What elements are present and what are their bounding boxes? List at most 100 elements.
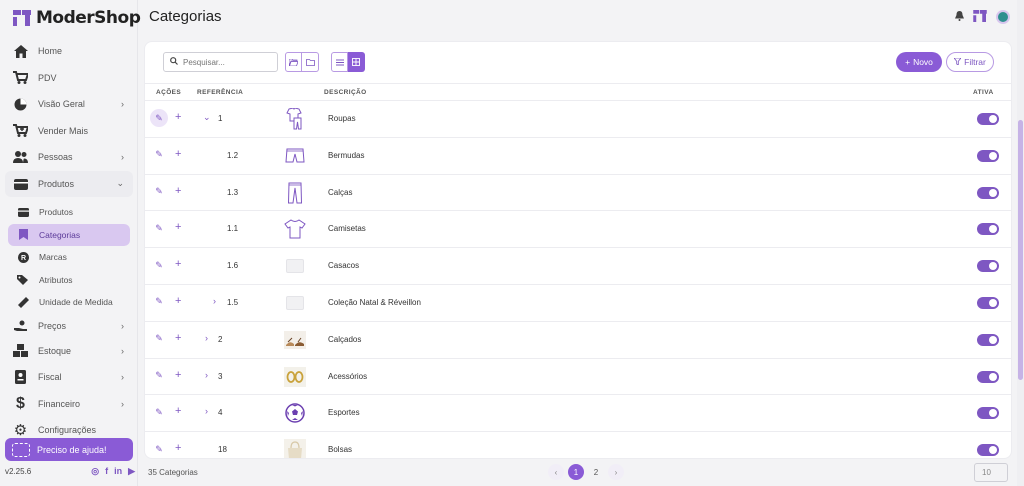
add-subcategory-button[interactable]: + <box>175 258 181 270</box>
shorts-icon <box>284 144 306 168</box>
sidebar-subitem-atributos[interactable]: Atributos <box>0 269 138 292</box>
edit-icon[interactable]: ✎ <box>150 367 168 385</box>
sidebar-item-vender-mais[interactable]: Vender Mais <box>0 118 138 145</box>
add-subcategory-button[interactable]: + <box>175 185 181 197</box>
add-subcategory-button[interactable]: + <box>175 332 181 344</box>
add-subcategory-button[interactable]: + <box>175 369 181 381</box>
active-toggle[interactable] <box>977 186 999 199</box>
active-toggle[interactable] <box>977 333 999 346</box>
column-header-description[interactable]: DESCRIÇÃO <box>324 89 367 96</box>
sidebar-item-financeiro[interactable]: $ Financeiro › <box>0 391 138 418</box>
table-row[interactable]: ✎ + › 3 Acessórios <box>145 359 1011 396</box>
add-subcategory-button[interactable]: + <box>175 221 181 233</box>
table-row[interactable]: ✎ + ⌄ 1 Roupas <box>145 101 1011 138</box>
table-row[interactable]: ✎ + › 4 Esportes <box>145 395 1011 433</box>
add-subcategory-button[interactable]: + <box>175 295 181 307</box>
chevron-right-icon: › <box>121 99 124 110</box>
add-subcategory-button[interactable]: + <box>175 405 181 417</box>
search-box[interactable] <box>163 52 278 72</box>
chevron-right-icon[interactable]: › <box>205 370 208 380</box>
next-page-button[interactable]: › <box>608 464 624 480</box>
add-subcategory-button[interactable]: + <box>175 442 181 454</box>
edit-icon[interactable]: ✎ <box>150 440 168 458</box>
placeholder-image <box>284 291 306 315</box>
table-row[interactable]: ✎ + › 1.5 Coleção Natal & Réveillon <box>145 285 1011 322</box>
folder-button-group <box>285 52 319 72</box>
list-view-button[interactable] <box>331 52 348 72</box>
active-toggle[interactable] <box>977 444 999 457</box>
linkedin-icon[interactable]: in <box>114 466 122 477</box>
page-button[interactable]: 1 <box>568 464 584 480</box>
sidebar-subitem-unidade-medida[interactable]: Unidade de Medida <box>0 291 138 314</box>
sidebar-item-precos[interactable]: Preços › <box>0 314 138 338</box>
sidebar-item-pdv[interactable]: PDV <box>0 65 138 92</box>
avatar[interactable] <box>996 10 1010 24</box>
table-row[interactable]: ✎ + 1.3 Calças <box>145 175 1011 212</box>
help-button[interactable]: Preciso de ajuda! <box>5 438 133 461</box>
reference-cell: 1 <box>218 114 223 123</box>
table-row[interactable]: ✎ + 1.2 Bermudas <box>145 138 1011 175</box>
facebook-icon[interactable]: f <box>105 466 108 477</box>
sidebar-subitem-label: Categorias <box>39 229 81 240</box>
edit-icon[interactable]: ✎ <box>150 330 168 348</box>
sidebar-subitem-marcas[interactable]: R Marcas <box>0 246 138 269</box>
column-header-actions[interactable]: AÇÕES <box>156 89 181 96</box>
chevron-right-icon[interactable]: › <box>213 296 216 306</box>
add-subcategory-button[interactable]: + <box>175 111 181 123</box>
filter-button[interactable]: Filtrar <box>946 52 994 72</box>
edit-icon[interactable]: ✎ <box>150 183 168 201</box>
edit-icon[interactable]: ✎ <box>150 219 168 237</box>
page-size-select[interactable]: 10 <box>974 463 1008 482</box>
sidebar-subitem-produtos[interactable]: Produtos <box>0 201 138 224</box>
page-button[interactable]: 2 <box>588 464 604 480</box>
search-input[interactable] <box>183 57 275 67</box>
active-toggle[interactable] <box>977 296 999 309</box>
sidebar-item-label: Produtos <box>38 178 75 189</box>
chevron-right-icon[interactable]: › <box>205 333 208 343</box>
sidebar-item-pessoas[interactable]: Pessoas › <box>0 144 138 171</box>
folder-open-button[interactable] <box>285 52 302 72</box>
cart-plus-icon <box>13 123 28 138</box>
edit-icon[interactable]: ✎ <box>150 293 168 311</box>
youtube-icon[interactable]: ▶ <box>128 466 135 477</box>
sidebar-item-visao-geral[interactable]: Visão Geral › <box>0 91 138 118</box>
scrollbar-thumb[interactable] <box>1018 120 1023 380</box>
sidebar-item-produtos[interactable]: Produtos ⌄ <box>5 170 133 197</box>
table-row[interactable]: ✎ + › 2 Calçados <box>145 322 1011 359</box>
instagram-icon[interactable]: ◎ <box>91 466 99 477</box>
page-scrollbar[interactable] <box>1017 0 1024 486</box>
column-header-reference[interactable]: REFERÊNCIA <box>197 89 243 96</box>
table-row[interactable]: ✎ + 18 Bolsas <box>145 432 1011 458</box>
edit-icon[interactable]: ✎ <box>150 146 168 164</box>
pants-icon <box>284 181 306 205</box>
sidebar-item-fiscal[interactable]: Fiscal › <box>0 364 138 391</box>
previous-page-button[interactable]: ‹ <box>548 464 564 480</box>
grid-view-button[interactable] <box>348 52 365 72</box>
active-toggle[interactable] <box>977 223 999 236</box>
edit-icon[interactable]: ✎ <box>150 256 168 274</box>
add-subcategory-button[interactable]: + <box>175 148 181 160</box>
ruler-icon <box>17 296 29 308</box>
table-row[interactable]: ✎ + 1.6 Casacos <box>145 248 1011 285</box>
column-header-active[interactable]: ATIVA <box>973 89 994 96</box>
app-logo[interactable]: ModerShop <box>13 8 141 28</box>
active-toggle[interactable] <box>977 149 999 162</box>
chevron-right-icon[interactable]: › <box>205 406 208 416</box>
folder-closed-button[interactable] <box>302 52 319 72</box>
sidebar-subitem-label: Unidade de Medida <box>39 297 113 308</box>
chevron-down-icon[interactable]: ⌄ <box>203 112 211 123</box>
active-toggle[interactable] <box>977 407 999 420</box>
sidebar-item-estoque[interactable]: Estoque › <box>0 338 138 365</box>
active-toggle[interactable] <box>977 113 999 125</box>
edit-icon[interactable]: ✎ <box>150 403 168 421</box>
bell-icon[interactable] <box>955 10 964 24</box>
sidebar-subitem-categorias[interactable]: Categorias <box>8 223 130 246</box>
people-icon <box>13 150 28 165</box>
description-cell: Coleção Natal & Réveillon <box>328 297 421 307</box>
table-row[interactable]: ✎ + 1.1 Camisetas <box>145 211 1011 249</box>
active-toggle[interactable] <box>977 260 999 273</box>
edit-icon[interactable]: ✎ <box>150 109 168 127</box>
new-category-button[interactable]: + Novo <box>896 52 942 72</box>
sidebar-item-home[interactable]: Home <box>0 38 138 65</box>
active-toggle[interactable] <box>977 370 999 383</box>
